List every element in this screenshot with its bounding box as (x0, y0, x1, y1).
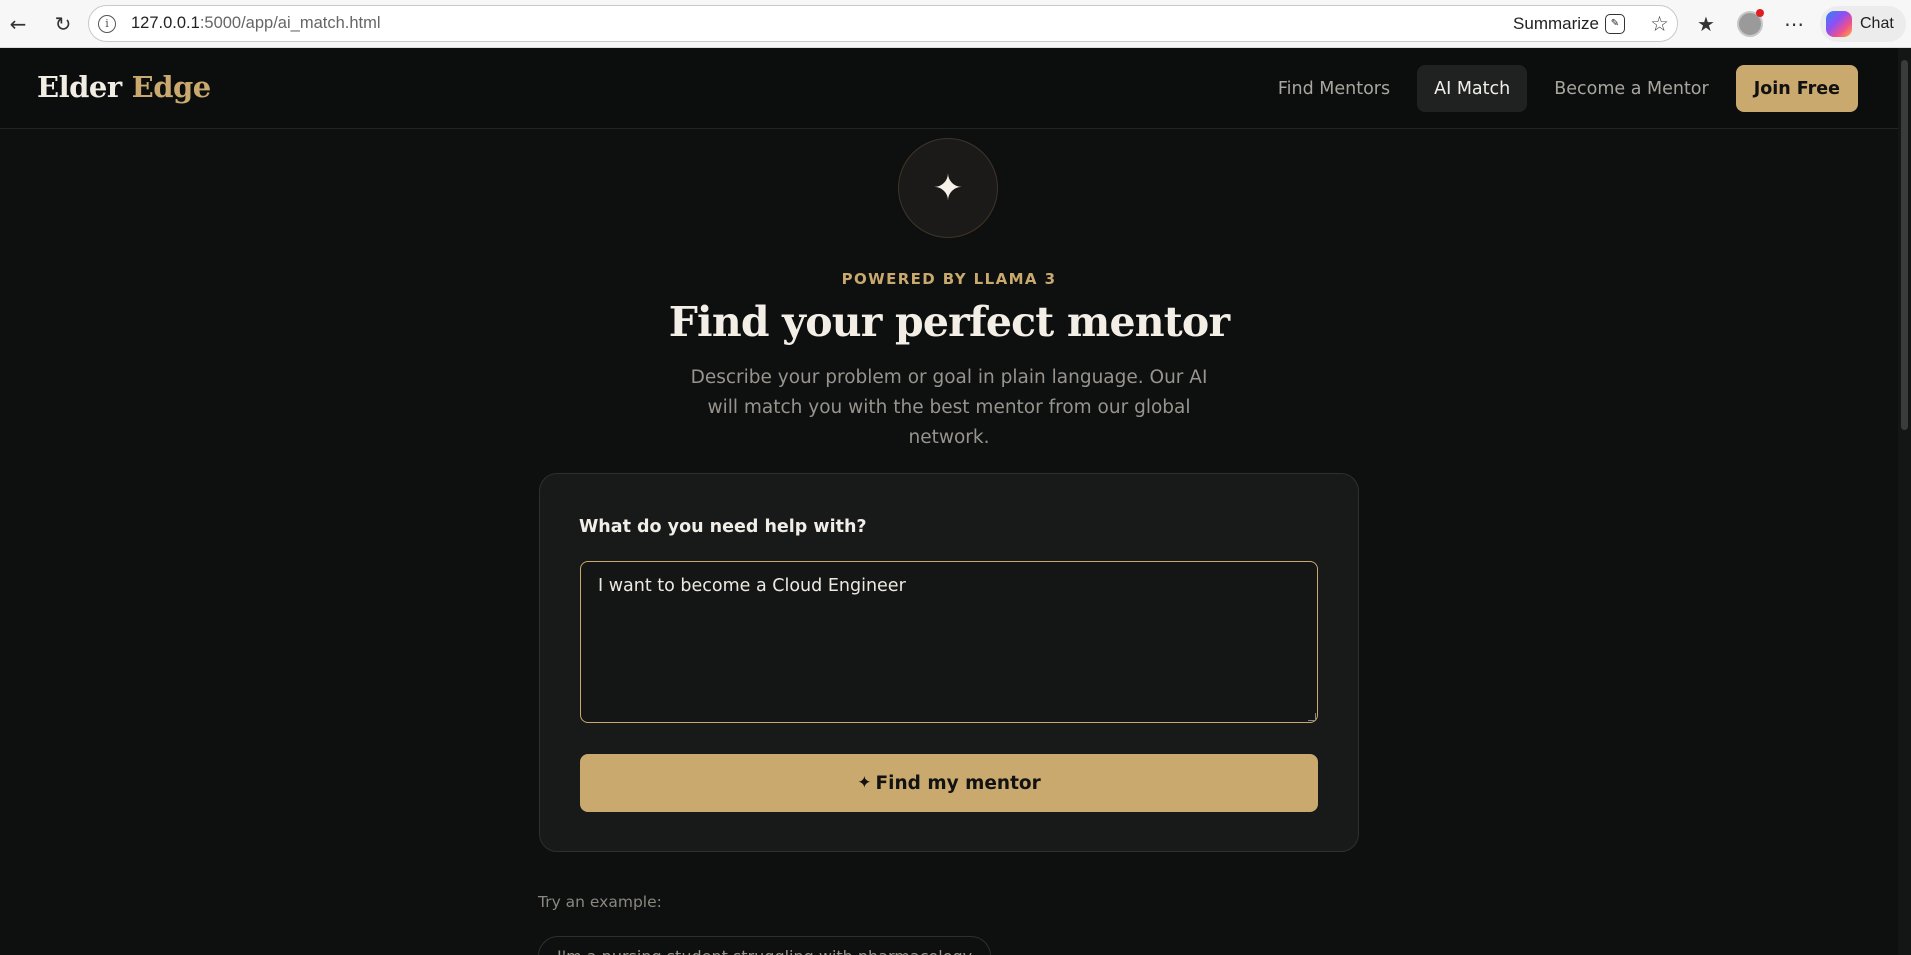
nav-find-mentors[interactable]: Find Mentors (1261, 65, 1407, 112)
page-subtitle: Describe your problem or goal in plain l… (690, 367, 1208, 448)
summarize-label: Summarize (1513, 13, 1599, 33)
profile-button[interactable] (1732, 6, 1768, 42)
site-info-icon[interactable]: i (98, 14, 116, 33)
summarize-button[interactable]: Summarize ✎ (1513, 13, 1625, 34)
address-bar[interactable]: i 127.0.0.1:5000/app/ai_match.html Summa… (88, 5, 1678, 42)
url-text[interactable]: 127.0.0.1:5000/app/ai_match.html (131, 14, 381, 33)
page-title: Find your perfect mentor (668, 298, 1230, 346)
browser-toolbar: ← ↻ i 127.0.0.1:5000/app/ai_match.html S… (0, 0, 1911, 48)
resize-handle-icon[interactable] (1308, 713, 1316, 721)
help-field-label: What do you need help with? (579, 517, 867, 537)
copilot-chat-button[interactable]: Chat (1820, 6, 1906, 42)
nav-become-mentor[interactable]: Become a Mentor (1537, 65, 1725, 112)
site-header: Elder Edge Find Mentors AI Match Become a… (0, 48, 1898, 129)
summarize-icon: ✎ (1605, 13, 1625, 34)
page-scrollbar[interactable] (1898, 48, 1911, 955)
help-textarea[interactable]: I want to become a Cloud Engineer (580, 561, 1318, 723)
example-chip[interactable]: I'm a nursing student struggling with ph… (538, 936, 992, 955)
scrollbar-thumb[interactable] (1901, 60, 1908, 430)
main-nav: Find Mentors AI Match Become a Mentor Jo… (1251, 65, 1858, 112)
url-host: 127.0.0.1 (131, 14, 200, 32)
toolbar-right: ★ ⋯ Chat (1688, 6, 1906, 42)
sparkle-small-icon: ✦ (857, 773, 872, 793)
logo-accent: Edge (131, 70, 212, 104)
notification-dot (1756, 9, 1764, 17)
reload-icon[interactable]: ↻ (46, 7, 80, 41)
find-mentor-button[interactable]: ✦ Find my mentor (580, 754, 1318, 812)
copilot-icon (1826, 11, 1852, 37)
chat-label: Chat (1860, 15, 1894, 32)
nav-ai-match[interactable]: AI Match (1417, 65, 1528, 112)
examples-label: Try an example: (538, 893, 662, 911)
match-form-card: What do you need help with? I want to be… (539, 473, 1359, 852)
url-path: :5000/app/ai_match.html (199, 14, 381, 32)
join-free-button[interactable]: Join Free (1735, 65, 1858, 112)
more-menu-icon[interactable]: ⋯ (1776, 6, 1812, 42)
favorite-star-icon[interactable]: ☆ (1650, 12, 1669, 36)
logo-primary: Elder (37, 70, 122, 104)
powered-by-label: POWERED BY LLAMA 3 (841, 270, 1057, 288)
find-mentor-label: Find my mentor (875, 772, 1041, 794)
back-arrow-icon[interactable]: ← (1, 7, 35, 41)
logo[interactable]: Elder Edge (37, 70, 211, 104)
sparkle-icon: ✦ (898, 138, 998, 238)
favorites-icon[interactable]: ★ (1688, 6, 1724, 42)
